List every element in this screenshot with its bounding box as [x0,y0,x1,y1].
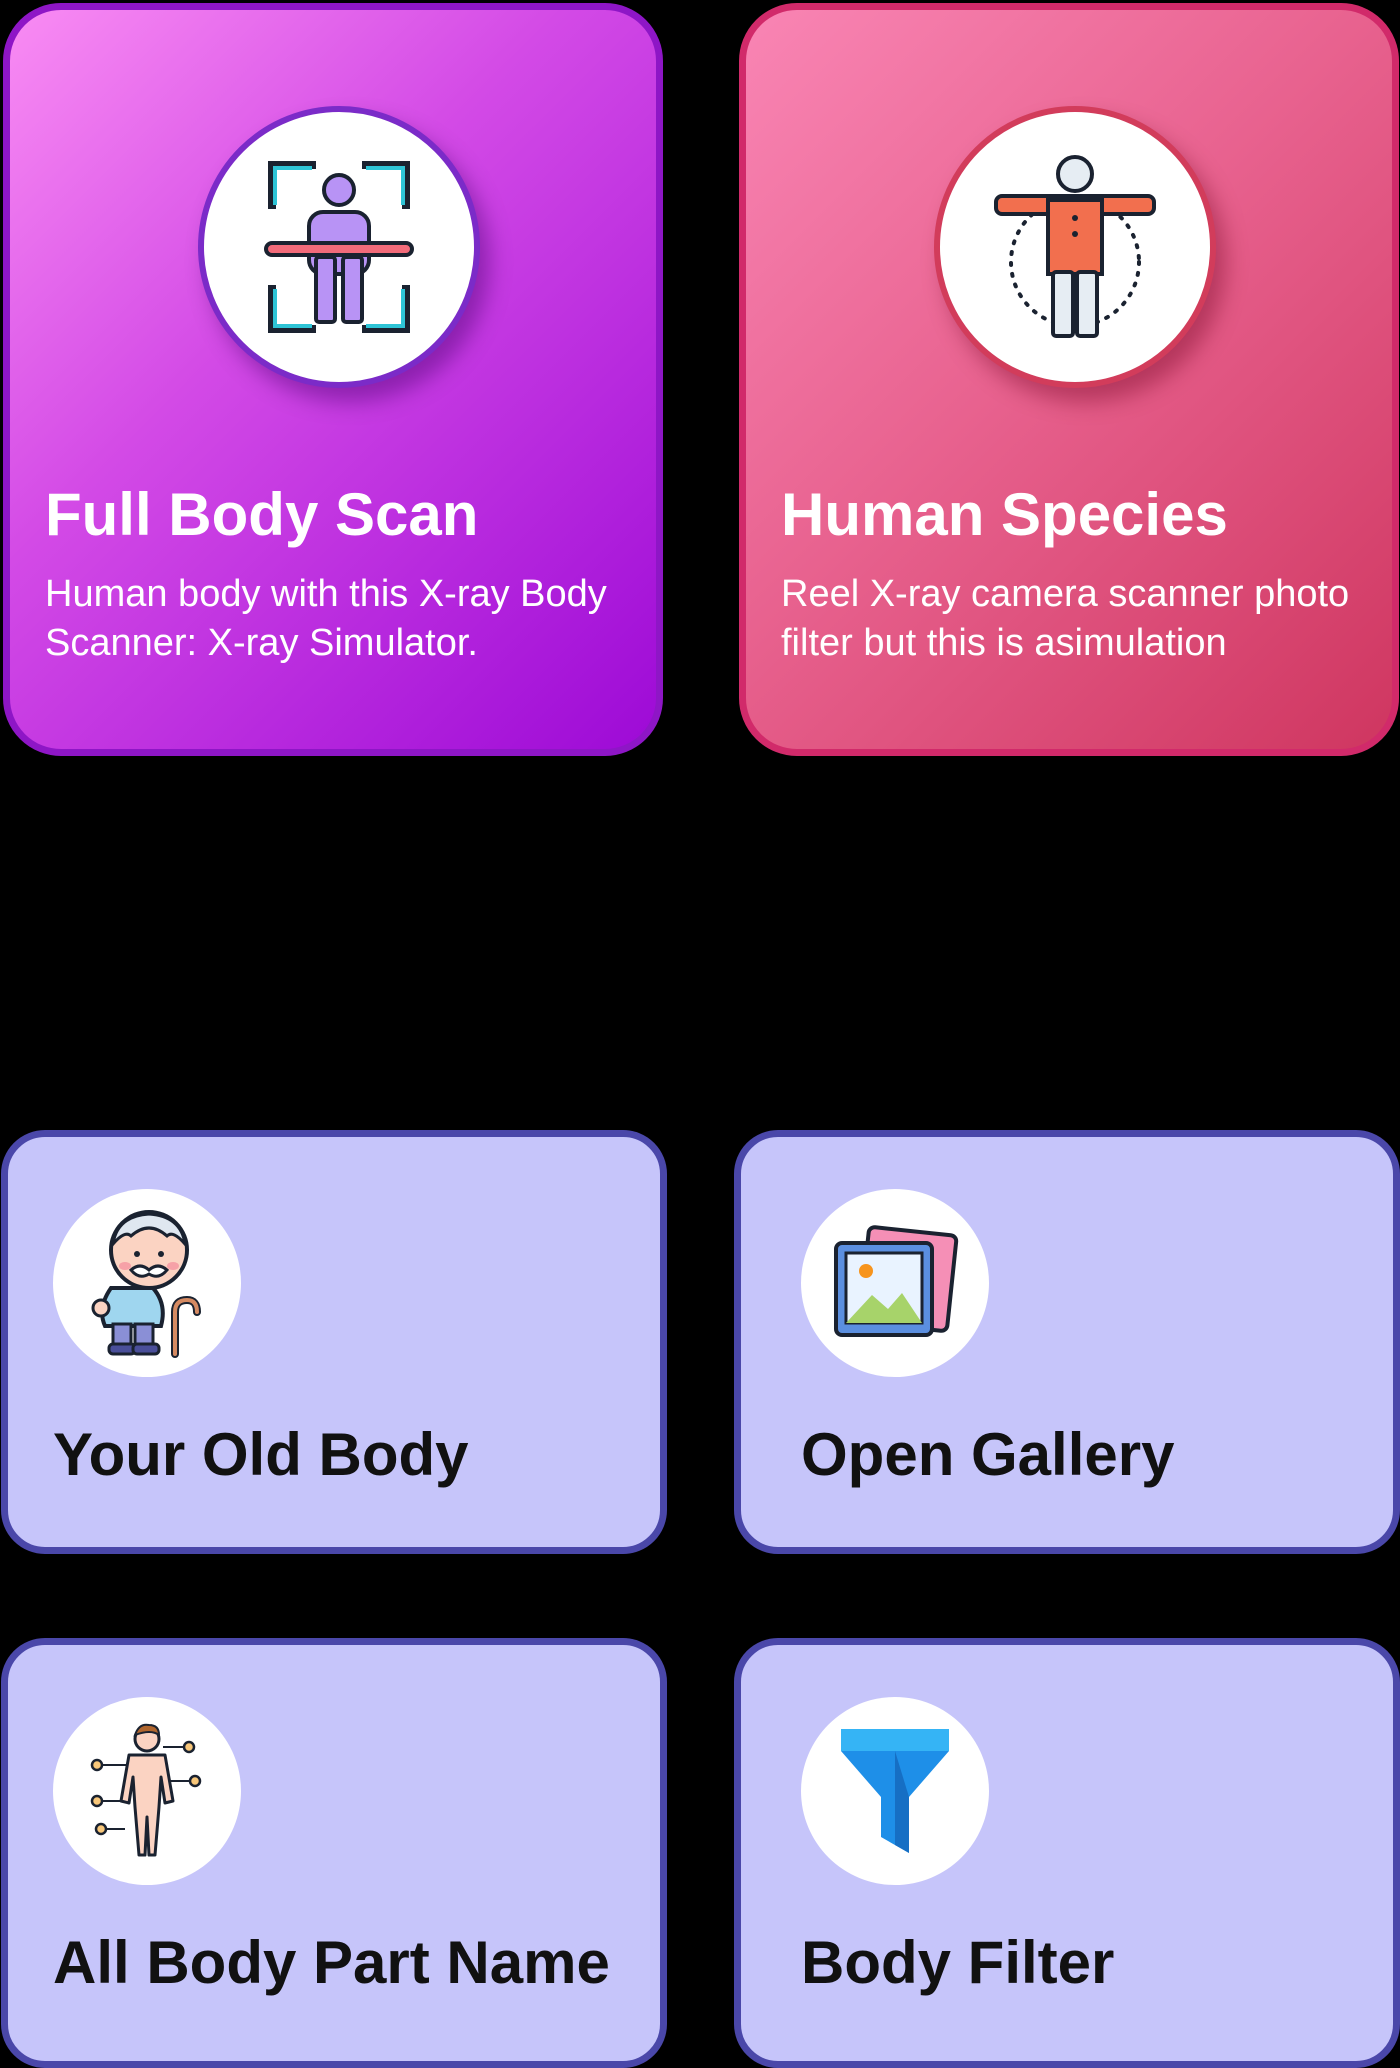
filter-icon [841,1729,949,1853]
card-title: Full Body Scan [45,481,479,548]
human-species-card[interactable]: Human Species Reel X-ray camera scanner … [739,3,1399,756]
old-man-icon-circle [53,1189,241,1377]
gallery-icon-circle [801,1189,989,1377]
human-body-icon [994,155,1156,338]
body-parts-icon-circle [53,1697,241,1885]
open-gallery-card[interactable]: Open Gallery [734,1130,1400,1554]
human-body-icon-circle [934,106,1216,388]
your-old-body-card[interactable]: Your Old Body [1,1130,667,1554]
body-filter-card[interactable]: Body Filter [734,1638,1400,2068]
card-title: Body Filter [801,1929,1115,1996]
old-man-icon [91,1210,201,1358]
card-title: Your Old Body [53,1421,469,1488]
card-title: Open Gallery [801,1421,1175,1488]
gallery-icon [834,1225,959,1337]
body-scan-icon [264,161,414,333]
card-description: Human body with this X-ray Body Scanner:… [45,573,607,664]
card-description: Reel X-ray camera scanner photo filter b… [781,573,1350,664]
card-title: All Body Part Name [53,1929,610,1996]
filter-icon-circle [801,1697,989,1885]
card-title: Human Species [781,481,1228,548]
full-body-scan-card[interactable]: Full Body Scan Human body with this X-ra… [3,3,663,756]
body-parts-icon [90,1723,202,1857]
body-scan-icon-circle [198,106,480,388]
all-body-part-name-card[interactable]: All Body Part Name [1,1638,667,2068]
